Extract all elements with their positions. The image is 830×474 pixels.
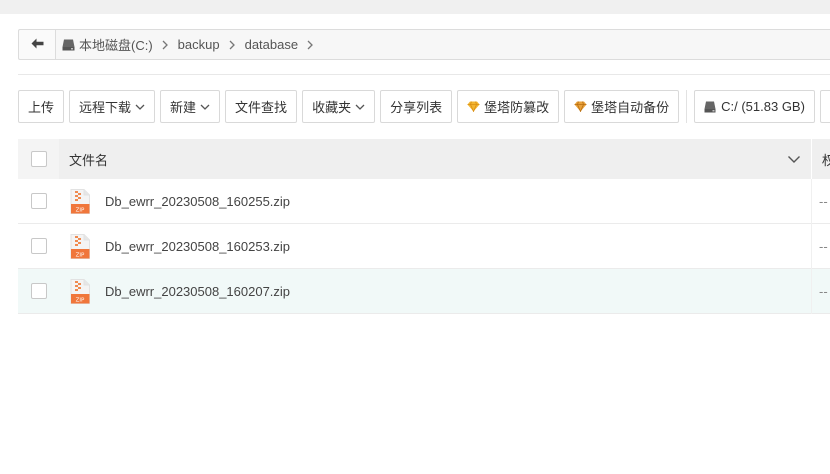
- breadcrumb-label: backup: [177, 37, 220, 52]
- row-checkbox-cell: [18, 224, 59, 269]
- disk-c-label: C:/ (51.83 GB): [721, 99, 805, 114]
- file-name[interactable]: Db_ewrr_20230508_160255.zip: [105, 194, 290, 209]
- share-list-label: 分享列表: [390, 100, 443, 115]
- arrow-left-icon: [31, 37, 44, 52]
- new-label: 新建: [170, 100, 197, 115]
- column-divider: [811, 179, 812, 224]
- table-row[interactable]: ZIP Db_ewrr_20230508_160255.zip --: [18, 179, 830, 224]
- toolbar-divider: [686, 90, 688, 123]
- select-all-cell: [18, 139, 59, 179]
- svg-text:ZIP: ZIP: [76, 253, 85, 259]
- breadcrumb: 本地磁盘(C:) backup database: [55, 29, 830, 60]
- window-top-strip: [0, 0, 830, 14]
- address-bar: 本地磁盘(C:) backup database: [18, 29, 830, 60]
- row-checkbox[interactable]: [31, 238, 47, 254]
- disk-c-button[interactable]: C:/ (51.83 GB): [694, 90, 815, 123]
- column-header-filename[interactable]: 文件名: [69, 150, 108, 169]
- tamper-proof-label: 堡塔防篡改: [484, 100, 550, 115]
- row-checkbox[interactable]: [31, 193, 47, 209]
- upload-button[interactable]: 上传: [18, 90, 65, 123]
- breadcrumb-item-database[interactable]: database: [245, 37, 324, 52]
- chevron-right-icon: [162, 40, 168, 50]
- chevron-down-icon: [135, 104, 145, 110]
- table-row[interactable]: ZIP Db_ewrr_20230508_160253.zip --: [18, 224, 830, 269]
- svg-text:ZIP: ZIP: [76, 298, 85, 304]
- file-search-button[interactable]: 文件查找: [225, 90, 298, 123]
- table-header: 文件名 权: [18, 139, 830, 179]
- permission-value: --: [819, 283, 828, 299]
- column-header-permission[interactable]: 权: [822, 150, 830, 169]
- chevron-down-icon[interactable]: [787, 152, 801, 169]
- auto-backup-label: 堡塔自动备份: [591, 100, 670, 115]
- remote-download-label: 远程下载: [79, 100, 132, 115]
- row-checkbox-cell: [18, 269, 59, 314]
- disk-icon: [704, 101, 716, 113]
- row-checkbox-cell: [18, 179, 59, 224]
- diamond-icon: [574, 101, 587, 112]
- chevron-down-icon: [200, 104, 210, 110]
- diamond-icon: [467, 101, 480, 112]
- chevron-right-icon: [229, 40, 235, 50]
- tamper-proof-button[interactable]: 堡塔防篡改: [457, 90, 560, 123]
- share-list-button[interactable]: 分享列表: [380, 90, 453, 123]
- select-all-checkbox[interactable]: [31, 151, 47, 167]
- toolbar: 上传 远程下载 新建 文件查找 收藏夹 分享列表 堡塔防篡改 堡塔自动备份 C:…: [18, 90, 830, 123]
- column-divider: [811, 224, 812, 269]
- disk-next-button[interactable]: [819, 90, 830, 123]
- back-button[interactable]: [18, 29, 55, 60]
- zip-file-icon: ZIP: [70, 234, 90, 262]
- upload-label: 上传: [28, 100, 55, 115]
- file-search-label: 文件查找: [235, 100, 288, 115]
- favorites-label: 收藏夹: [312, 100, 352, 115]
- zip-file-icon: ZIP: [70, 279, 90, 307]
- zip-file-icon: ZIP: [70, 189, 90, 217]
- chevron-down-icon: [355, 104, 365, 110]
- breadcrumb-label: database: [244, 37, 299, 52]
- row-checkbox[interactable]: [31, 283, 47, 299]
- svg-text:ZIP: ZIP: [76, 208, 85, 214]
- file-name[interactable]: Db_ewrr_20230508_160207.zip: [105, 284, 290, 299]
- permission-value: --: [819, 193, 828, 209]
- column-divider: [811, 269, 812, 314]
- file-name[interactable]: Db_ewrr_20230508_160253.zip: [105, 239, 290, 254]
- permission-value: --: [819, 238, 828, 254]
- breadcrumb-item-drive[interactable]: 本地磁盘(C:): [62, 35, 178, 54]
- table-row[interactable]: ZIP Db_ewrr_20230508_160207.zip --: [18, 269, 830, 314]
- remote-download-button[interactable]: 远程下载: [69, 90, 156, 123]
- favorites-button[interactable]: 收藏夹: [302, 90, 376, 123]
- chevron-right-icon: [307, 40, 314, 50]
- column-divider: [811, 139, 812, 179]
- disk-icon: [62, 39, 75, 51]
- new-button[interactable]: 新建: [160, 90, 221, 123]
- breadcrumb-item-backup[interactable]: backup: [178, 37, 245, 52]
- breadcrumb-label: 本地磁盘(C:): [79, 38, 153, 53]
- auto-backup-button[interactable]: 堡塔自动备份: [564, 90, 680, 123]
- divider: [18, 74, 830, 75]
